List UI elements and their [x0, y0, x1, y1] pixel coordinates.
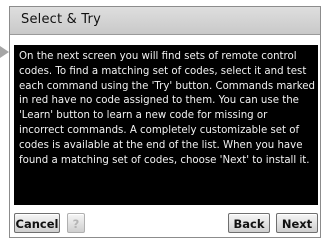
- window-title: Select & Try: [21, 12, 101, 27]
- instructions-text: On the next screen you will find sets of…: [19, 51, 315, 166]
- button-bar: Cancel ? Back Next: [14, 213, 318, 235]
- next-button[interactable]: Next: [276, 213, 318, 233]
- help-button[interactable]: ?: [67, 213, 85, 233]
- back-button[interactable]: Back: [228, 213, 270, 233]
- pointer-arrow-icon: [0, 46, 9, 58]
- cancel-button[interactable]: Cancel: [14, 213, 60, 233]
- title-bar: Select & Try: [10, 7, 320, 35]
- instructions-panel: On the next screen you will find sets of…: [14, 45, 318, 205]
